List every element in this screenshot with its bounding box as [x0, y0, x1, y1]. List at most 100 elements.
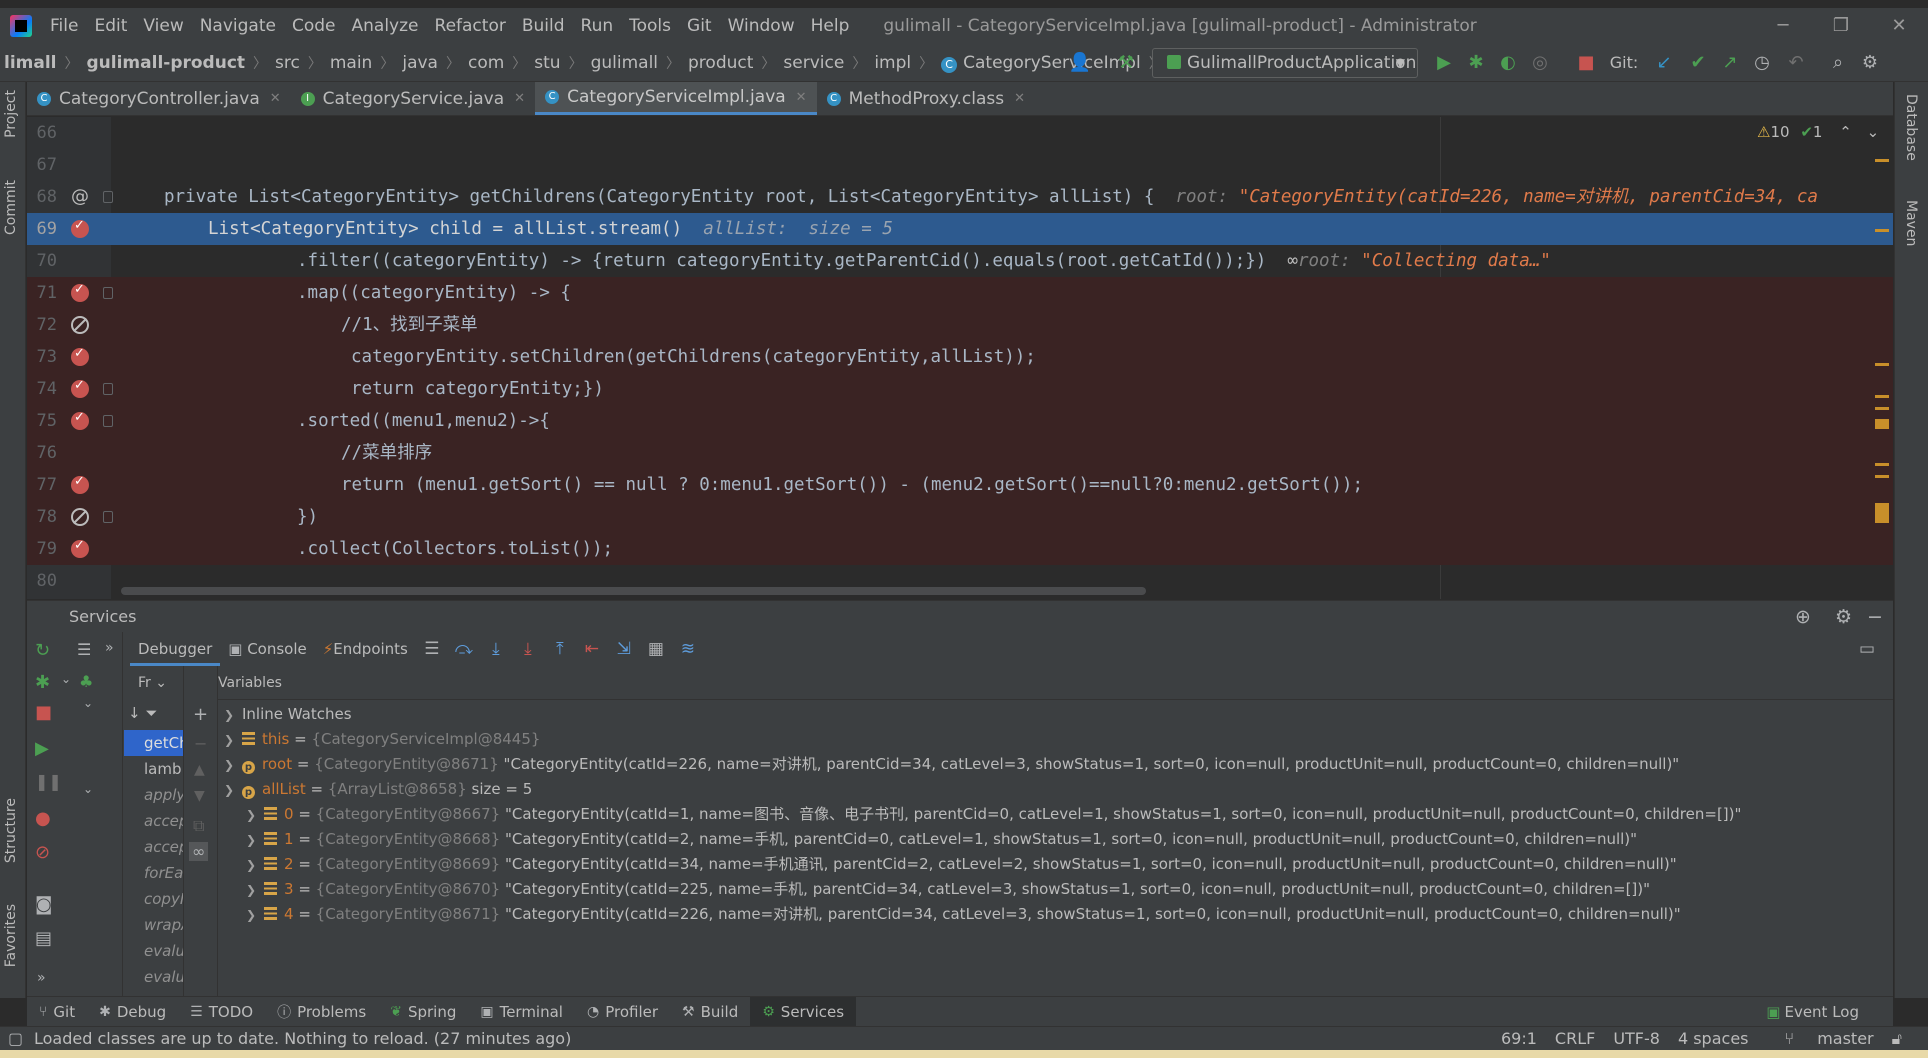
tool-tab-terminal[interactable]: ▣ Terminal [468, 997, 575, 1027]
chevron-right-icon[interactable]: ❯ [246, 853, 264, 878]
structure-tool-tab[interactable]: Structure [3, 798, 19, 863]
variable-row[interactable]: ❯ p root = {CategoryEntity@8671} "Category… [224, 752, 1679, 777]
breakpoint-icon[interactable] [71, 474, 89, 494]
breakpoint-icon[interactable] [71, 538, 89, 558]
arrow-down-icon[interactable]: ↓ [128, 704, 141, 722]
tab-debugger[interactable]: Debugger [130, 632, 221, 666]
user-icon[interactable]: 👤 [1068, 52, 1092, 74]
scrollbar-marker[interactable] [1875, 407, 1889, 410]
git-branch-widget[interactable]: ⑂ master [1767, 1027, 1874, 1051]
breakpoint-icon[interactable] [71, 218, 89, 238]
scrollbar-marker[interactable] [1875, 475, 1889, 478]
menu-edit[interactable]: Edit [86, 16, 135, 36]
project-tool-tab[interactable]: Project [3, 90, 19, 138]
variable-row[interactable]: ❯ 3 = {CategoryEntity@8670} "CategoryEnti… [246, 877, 1650, 902]
menu-git[interactable]: Git [679, 16, 720, 36]
chevron-right-icon[interactable]: ❯ [246, 828, 264, 853]
close-icon[interactable]: ✕ [796, 90, 807, 105]
menu-help[interactable]: Help [803, 16, 858, 36]
breakpoint-icon[interactable] [71, 378, 89, 398]
variable-row[interactable]: ❯ 1 = {CategoryEntity@8668} "CategoryEnti… [246, 827, 1637, 852]
crumb-src[interactable]: src [271, 53, 304, 73]
coverage-icon[interactable]: ◐ [1496, 52, 1520, 74]
add-watch-icon[interactable]: + [193, 704, 208, 725]
inspection-widget[interactable]: ⚠10 ✔1 ⌃ ⌄ [1757, 123, 1879, 141]
chevron-up-icon[interactable]: ⌃ [1839, 123, 1852, 141]
fold-icon[interactable] [103, 511, 113, 523]
restore-button[interactable]: ❐ [1812, 8, 1870, 44]
chevron-right-icon[interactable]: ❯ [246, 903, 264, 928]
variable-row[interactable]: ❯ 0 = {CategoryEntity@8667} "CategoryEnti… [246, 802, 1741, 827]
chevron-down-icon[interactable]: ⌄ [83, 696, 93, 710]
implementation-at-icon[interactable]: @ [71, 181, 89, 213]
frame-item[interactable]: apply [124, 782, 183, 808]
menu-navigate[interactable]: Navigate [192, 16, 284, 36]
favorites-tool-tab[interactable]: Favorites [3, 904, 19, 967]
close-icon[interactable]: ✕ [514, 91, 525, 106]
tool-tab-profiler[interactable]: ◔ Profiler [575, 997, 670, 1027]
close-icon[interactable]: ✕ [1014, 91, 1025, 106]
layout-icon[interactable]: ▤ [35, 928, 52, 949]
frame-item[interactable]: getCh [124, 730, 183, 756]
camera-icon[interactable]: ◙ [35, 894, 52, 915]
filter-icon[interactable]: ⏷ [145, 704, 157, 722]
scrollbar-marker[interactable] [1875, 419, 1889, 429]
settings-gear-icon[interactable]: ⚙ [1858, 52, 1882, 74]
tool-tab-services[interactable]: ⚙ Services [750, 996, 857, 1027]
git-push-icon[interactable]: ↗ [1718, 52, 1742, 74]
caret-position[interactable]: 69:1 [1501, 1027, 1537, 1051]
history-icon[interactable]: ◷ [1750, 52, 1774, 74]
close-window-button[interactable]: ✕ [1870, 8, 1928, 44]
settings-gear-icon[interactable]: ⚙ [1835, 601, 1852, 633]
stop-icon[interactable]: ■ [1574, 52, 1598, 74]
indent-setting[interactable]: 4 spaces [1678, 1027, 1749, 1051]
tab-category-controller[interactable]: C CategoryController.java ✕ [27, 82, 291, 115]
crumb-main[interactable]: main [326, 53, 376, 73]
event-log-button[interactable]: ▣ Event Log [1766, 997, 1859, 1027]
debug-icon[interactable]: ✱ [35, 672, 50, 693]
more-icon[interactable]: » [37, 970, 46, 986]
variable-row[interactable]: ❯ Inline Watches [224, 702, 352, 727]
crumb-stu[interactable]: stu [530, 53, 564, 73]
resume-icon[interactable]: ▶ [35, 738, 49, 759]
crumb-impl[interactable]: impl [870, 53, 915, 73]
frame-item[interactable]: evalu [124, 964, 183, 990]
variable-row[interactable]: ❯ 4 = {CategoryEntity@8671} "CategoryEnti… [246, 902, 1681, 927]
crumb-java[interactable]: java [398, 53, 442, 73]
chevron-down-icon[interactable]: ⌄ [1867, 123, 1880, 141]
chevron-right-icon[interactable]: ❯ [224, 728, 242, 753]
chevron-right-icon[interactable]: ❯ [224, 753, 242, 778]
close-icon[interactable]: ✕ [270, 91, 281, 106]
remove-watch-icon[interactable]: − [194, 734, 207, 753]
file-encoding[interactable]: UTF-8 [1613, 1027, 1660, 1051]
debug-icon[interactable]: ✱ [1464, 52, 1488, 74]
scrollbar-marker[interactable] [1875, 503, 1889, 523]
tab-category-service-impl[interactable]: C CategoryServiceImpl.java ✕ [535, 82, 817, 115]
lock-icon[interactable]: 🔓︎ [1892, 1027, 1902, 1051]
tab-console[interactable]: ▣ Console [220, 640, 315, 658]
step-into-icon[interactable]: ⤓ [480, 639, 512, 659]
crumb-com[interactable]: com [464, 53, 508, 73]
menu-code[interactable]: Code [284, 16, 344, 36]
frame-item[interactable]: wrapA [124, 912, 183, 938]
restore-layout-icon[interactable]: ▭ [1851, 639, 1883, 659]
run-to-cursor-icon[interactable]: ⇲ [608, 639, 640, 659]
tool-tab-spring[interactable]: ❦ Spring [378, 997, 468, 1027]
chevron-down-icon[interactable]: ❯ [224, 778, 242, 803]
fold-icon[interactable] [103, 287, 113, 299]
scrollbar-marker[interactable] [1875, 395, 1889, 398]
variable-row[interactable]: ❯ this = {CategoryServiceImpl@8445} [224, 727, 540, 752]
chevron-right-icon[interactable]: ❯ [224, 703, 242, 728]
tool-tab-problems[interactable]: ⓘ Problems [265, 997, 378, 1027]
breakpoint-icon[interactable] [71, 410, 89, 430]
chevron-right-icon[interactable]: ❯ [246, 803, 264, 828]
evaluate-expression-icon[interactable]: ▦ [640, 639, 672, 659]
run-icon[interactable]: ▶ [1432, 52, 1456, 74]
frame-item[interactable]: forEa [124, 860, 183, 886]
code-editor[interactable]: 66 67 68 @ private List<CategoryEntity> … [27, 117, 1893, 599]
frame-item[interactable]: lamb [124, 756, 183, 782]
view-breakpoints-icon[interactable]: ● [35, 808, 51, 829]
minimize-panel-icon[interactable]: − [1867, 601, 1883, 633]
menu-window[interactable]: Window [720, 16, 803, 36]
chevron-down-icon[interactable]: ⌄ [61, 672, 71, 686]
